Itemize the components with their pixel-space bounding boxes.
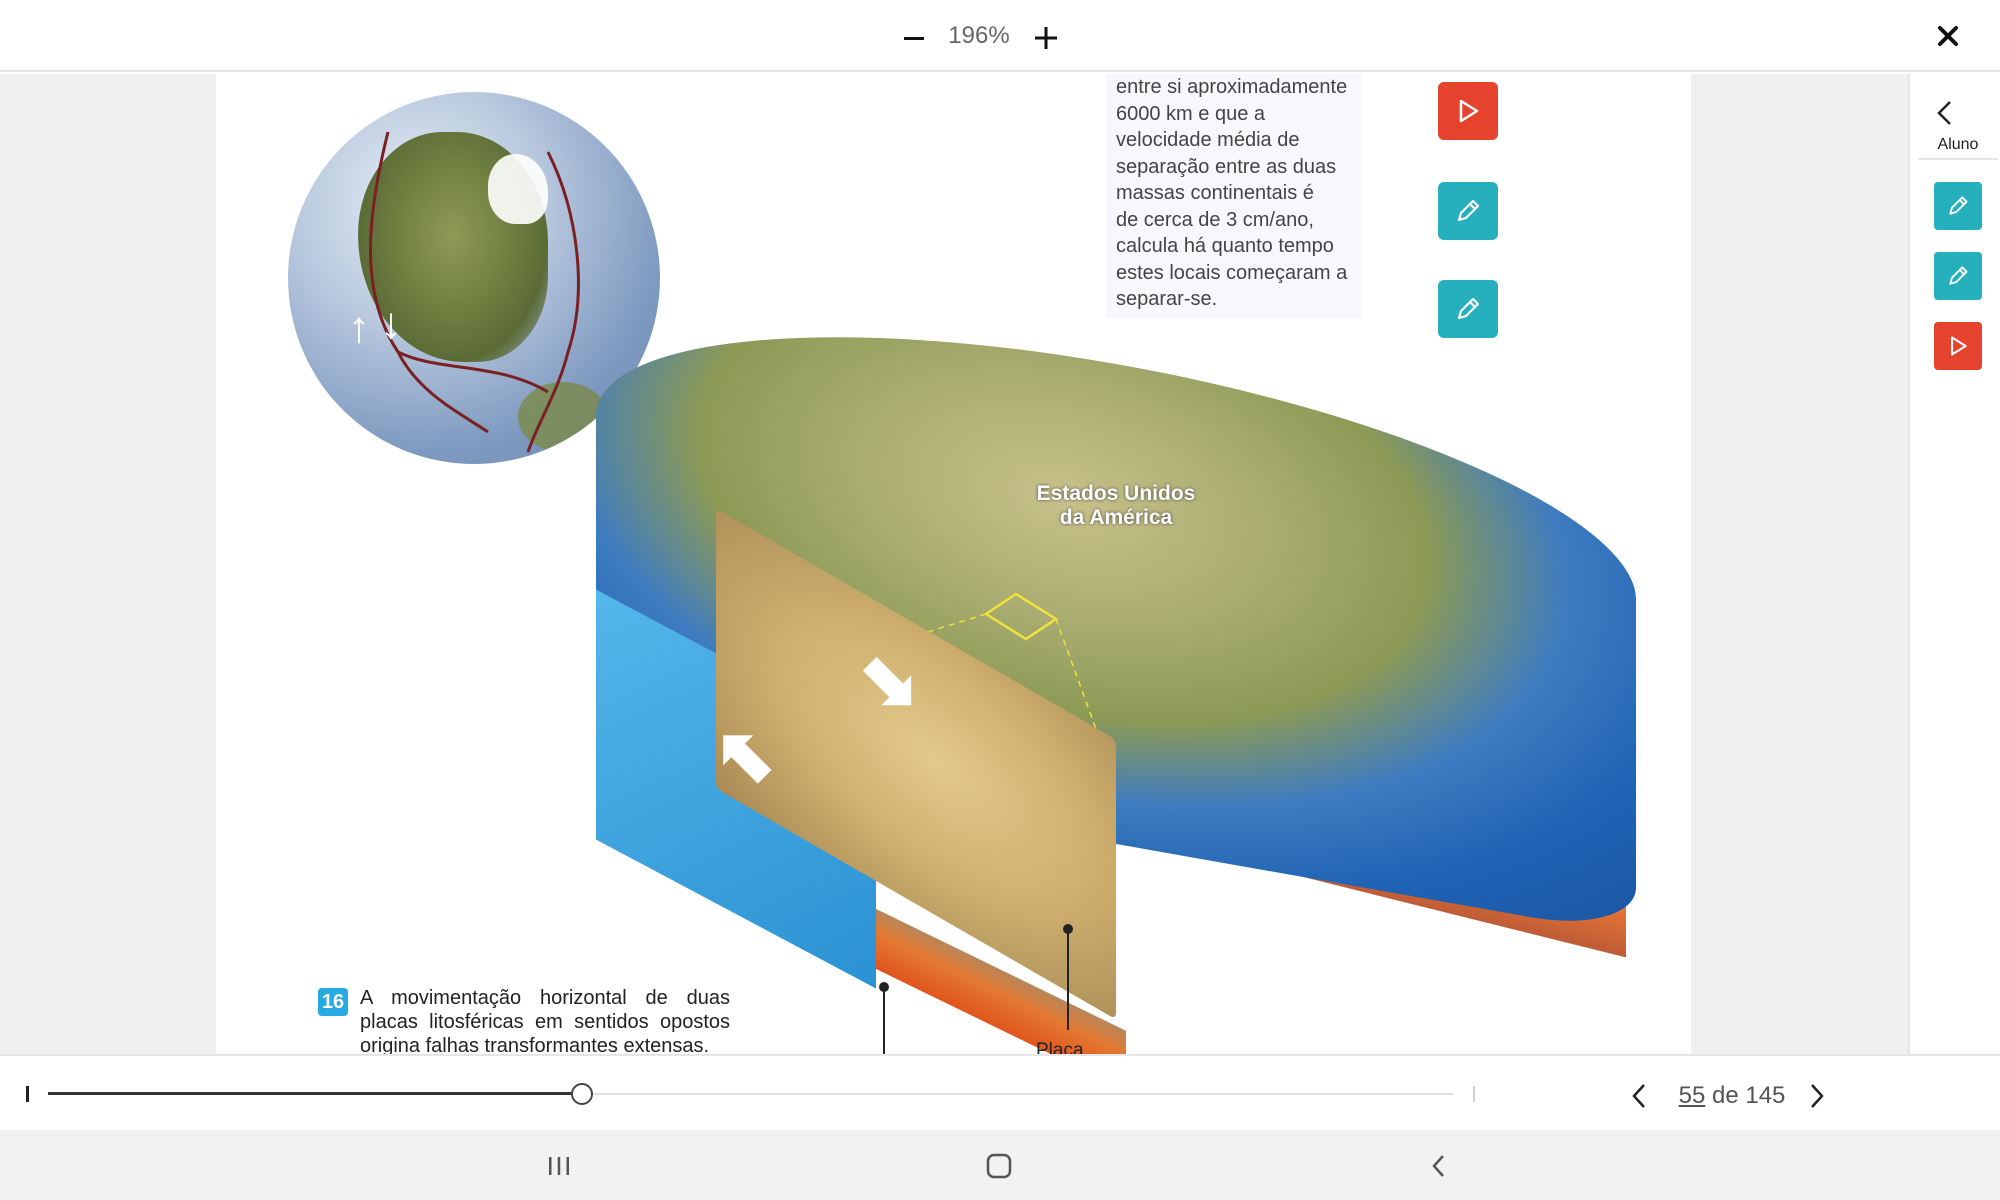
recents-button[interactable] — [534, 1144, 584, 1188]
question-text: entre si aproximadamente 6000 km e que a… — [1116, 76, 1348, 310]
play-icon — [1459, 99, 1479, 123]
recents-icon — [549, 1157, 569, 1175]
page-slider-thumb[interactable] — [570, 1083, 593, 1105]
panel-collapse-button[interactable] — [1930, 98, 1960, 128]
play-icon — [1951, 336, 1967, 356]
zoom-level: 196% — [948, 22, 1010, 49]
previous-page-button[interactable] — [1620, 1076, 1660, 1116]
top-toolbar: 196% — [0, 0, 2000, 72]
zoom-in-button[interactable] — [1026, 18, 1066, 58]
back-button[interactable] — [1414, 1144, 1464, 1188]
page-edit-button-2[interactable] — [1438, 280, 1498, 338]
pagination-bar: 55 de 145 — [0, 1054, 2000, 1130]
tectonic-map-illustration: Estados Unidos da América ⬉ ⬊ — [596, 272, 1636, 1054]
page-edit-button-1[interactable] — [1438, 182, 1498, 240]
reader-viewport[interactable]: ↑ ↓ entre si aproximadamente 6000 km e q… — [0, 74, 1908, 1054]
panel-label: Aluno — [1918, 136, 1998, 160]
fault-zoom-block: ⬉ ⬊ — [596, 508, 1136, 1054]
total-pages: 145 — [1745, 1082, 1786, 1109]
page-indicator: 55 de 145 — [1672, 1082, 1792, 1110]
page-separator: de — [1705, 1082, 1746, 1109]
arrow-up-icon: ↑ — [348, 303, 370, 352]
chevron-left-icon — [1937, 101, 1951, 125]
pencil-icon — [1949, 196, 1968, 215]
panel-edit-button-1[interactable] — [1934, 182, 1982, 230]
book-page: ↑ ↓ entre si aproximadamente 6000 km e q… — [216, 74, 1691, 1054]
leader-line-1 — [883, 988, 885, 1054]
slider-start-marker — [26, 1086, 29, 1102]
next-page-button[interactable] — [1796, 1076, 1836, 1116]
chevron-left-icon — [1632, 1084, 1645, 1108]
minus-icon — [904, 37, 924, 40]
pencil-icon — [1457, 297, 1480, 320]
caption-text: A movimentação horizontal de duas placas… — [360, 987, 730, 1054]
chevron-right-icon — [1811, 1084, 1824, 1108]
page-slider-fill — [48, 1092, 582, 1095]
panel-edit-button-2[interactable] — [1934, 252, 1982, 300]
panel-play-button[interactable] — [1934, 322, 1982, 370]
slider-end-marker — [1473, 1086, 1475, 1102]
back-icon — [1432, 1155, 1444, 1177]
figure-number-badge: 16 — [318, 988, 348, 1016]
close-button[interactable] — [1928, 16, 1968, 56]
leader-line-2 — [1067, 930, 1069, 1030]
zoom-out-button[interactable] — [894, 18, 934, 58]
plus-icon — [1035, 27, 1057, 49]
home-button[interactable] — [974, 1144, 1024, 1188]
close-icon — [1938, 26, 1958, 46]
home-icon — [986, 1153, 1012, 1179]
plate-label: Placa — [1036, 1040, 1084, 1054]
pencil-icon — [1949, 266, 1968, 285]
arrow-northwest-icon: ⬉ — [714, 713, 777, 796]
arrow-down-icon: ↓ — [380, 299, 402, 348]
page-play-button[interactable] — [1438, 82, 1498, 140]
current-page-input[interactable]: 55 — [1679, 1082, 1706, 1109]
arrow-southeast-icon: ⬊ — [858, 639, 921, 722]
system-nav-bar — [0, 1130, 2000, 1200]
pencil-icon — [1457, 199, 1480, 222]
question-box: entre si aproximadamente 6000 km e que a… — [1106, 74, 1362, 318]
side-panel: Aluno — [1908, 74, 2000, 1054]
